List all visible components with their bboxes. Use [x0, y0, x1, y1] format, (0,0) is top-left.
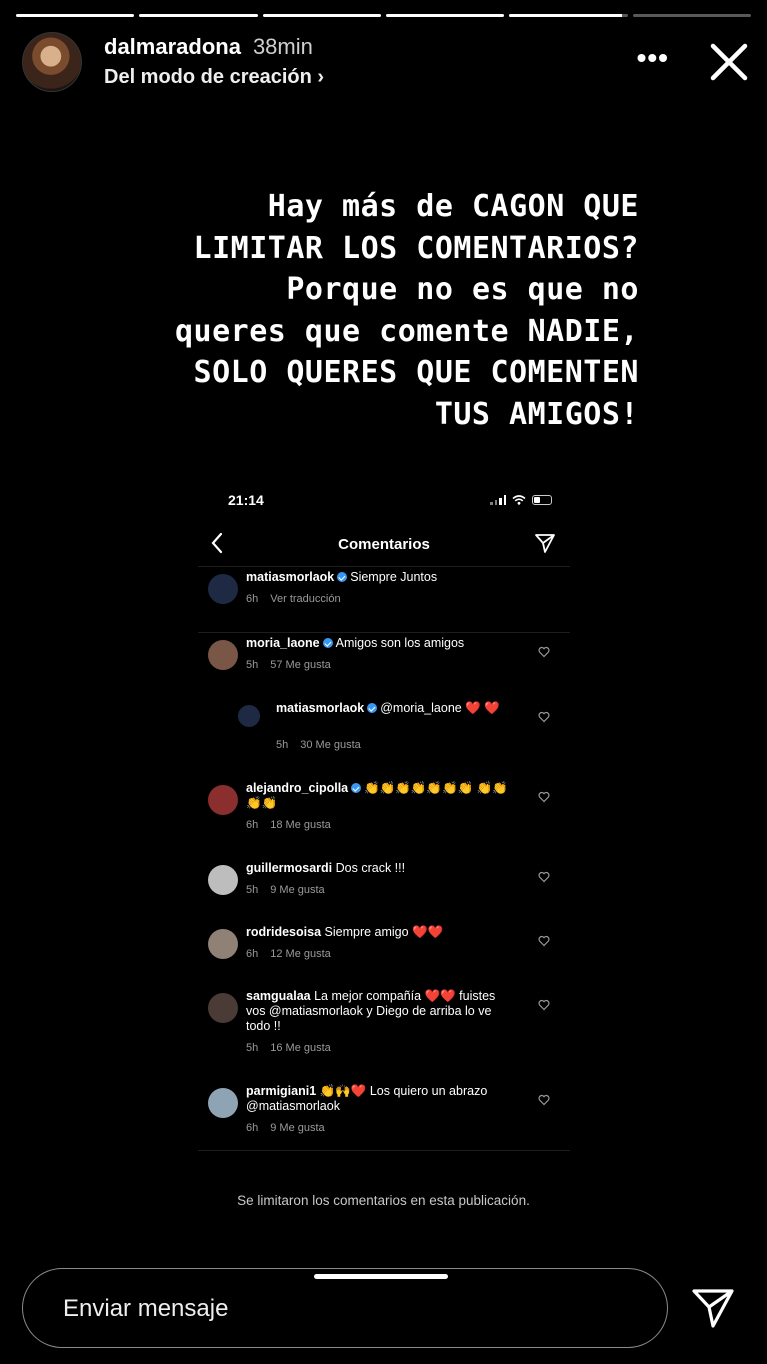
comment-time: 6h [246, 819, 259, 831]
comment-time: 6h [246, 948, 259, 960]
comment-username[interactable]: guillermosardi [246, 861, 332, 875]
comment-text: Siempre amigo ❤️❤️ [324, 925, 444, 939]
story-header: dalmaradona 38min Del modo de creación ›… [22, 32, 751, 96]
comment-time: 6h [246, 593, 259, 605]
comment-avatar[interactable] [208, 574, 238, 604]
comment-username[interactable]: moria_laone [246, 636, 320, 650]
comment-username[interactable]: alejandro_cipolla [246, 781, 348, 795]
verified-badge-icon [351, 783, 362, 793]
progress-segment [16, 14, 135, 17]
embedded-screenshot: 21:14 Comentarios matiasmorlaok Siempre J… [198, 482, 570, 1152]
progress-segment [262, 14, 381, 17]
phone-status-bar: 21:14 [228, 492, 552, 512]
send-message-placeholder: Enviar mensaje [63, 1295, 229, 1322]
like-heart-icon[interactable] [538, 646, 550, 658]
comment-username[interactable]: matiasmorlaok [276, 701, 364, 715]
verified-badge-icon [367, 703, 378, 713]
comments-nav-bar: Comentarios [198, 526, 570, 562]
avatar[interactable] [22, 32, 82, 92]
comment-avatar[interactable] [208, 865, 238, 895]
comment-likes[interactable]: 57 Me gusta [270, 659, 331, 671]
phone-clock: 21:14 [228, 492, 264, 508]
see-translation-link[interactable]: Ver traducción [270, 593, 340, 605]
like-heart-icon[interactable] [538, 999, 550, 1011]
divider [198, 632, 570, 633]
send-icon[interactable] [690, 1286, 736, 1330]
progress-segment [632, 14, 751, 17]
story-text-line: Hay más de CAGON QUE [267, 189, 639, 224]
comment-avatar[interactable] [208, 1088, 238, 1118]
comments-title: Comentarios [338, 536, 430, 553]
comment-time: 5h [276, 739, 289, 751]
wifi-icon [512, 495, 526, 505]
story-text: Hay más de CAGON QUE LIMITAR LOS COMENTA… [79, 186, 639, 435]
comment-likes[interactable]: 9 Me gusta [270, 1122, 324, 1134]
comment-time: 6h [246, 1122, 259, 1134]
story-text-line: SOLO QUERES QUE COMENTEN [193, 355, 639, 390]
like-heart-icon[interactable] [538, 935, 550, 947]
comment-text: @moria_laone ❤️ ❤️ [380, 701, 500, 715]
more-options-icon[interactable]: ••• [637, 42, 669, 74]
divider [198, 566, 570, 567]
story-text-line: LIMITAR LOS COMENTARIOS? [193, 230, 639, 266]
comment-time: 5h [246, 1042, 259, 1054]
comment-avatar[interactable] [208, 993, 238, 1023]
comment-username[interactable]: matiasmorlaok [246, 570, 334, 584]
comment-time: 5h [246, 884, 259, 896]
signal-icon [490, 495, 506, 505]
comment-avatar[interactable] [208, 785, 238, 815]
send-message-input[interactable]: Enviar mensaje [22, 1268, 668, 1348]
comment-username[interactable]: samgualaa [246, 989, 311, 1003]
creation-mode-link[interactable]: Del modo de creación › [104, 66, 324, 89]
comment-time: 5h [246, 659, 259, 671]
comment-avatar[interactable] [238, 705, 260, 727]
story-progress [16, 14, 751, 17]
comment-text: Amigos son los amigos [335, 636, 465, 650]
story-time: 38min [252, 34, 313, 59]
comment-likes[interactable]: 12 Me gusta [270, 948, 331, 960]
verified-badge-icon [337, 572, 348, 582]
story-text-line: queres que comente NADIE, [174, 313, 639, 349]
comment-username[interactable]: parmigiani1 [246, 1084, 316, 1098]
share-icon[interactable] [534, 532, 556, 554]
like-heart-icon[interactable] [538, 871, 550, 883]
like-heart-icon[interactable] [538, 711, 550, 723]
comment-text: Dos crack !!! [335, 861, 406, 875]
comments-limited-note: Se limitaron los comentarios en esta pub… [237, 1193, 530, 1208]
comment-username[interactable]: rodridesoisa [246, 925, 321, 939]
comment-avatar[interactable] [208, 929, 238, 959]
like-heart-icon[interactable] [538, 1094, 550, 1106]
comment-likes[interactable]: 30 Me gusta [300, 739, 361, 751]
progress-segment [139, 14, 258, 17]
close-icon[interactable] [707, 40, 751, 84]
comment-likes[interactable]: 18 Me gusta [270, 819, 331, 831]
verified-badge-icon [322, 638, 333, 648]
comment-text: Siempre Juntos [350, 570, 438, 584]
divider [198, 1150, 570, 1151]
comment-likes[interactable]: 16 Me gusta [270, 1042, 331, 1054]
comment-avatar[interactable] [208, 640, 238, 670]
comment-likes[interactable]: 9 Me gusta [270, 884, 324, 896]
like-heart-icon[interactable] [538, 791, 550, 803]
username[interactable]: dalmaradona [104, 34, 241, 60]
story-text-line: Porque no es que no [286, 272, 639, 307]
story-text-line: TUS AMIGOS! [434, 396, 639, 432]
progress-segment [385, 14, 505, 17]
battery-icon [532, 495, 552, 505]
progress-segment [509, 14, 628, 17]
